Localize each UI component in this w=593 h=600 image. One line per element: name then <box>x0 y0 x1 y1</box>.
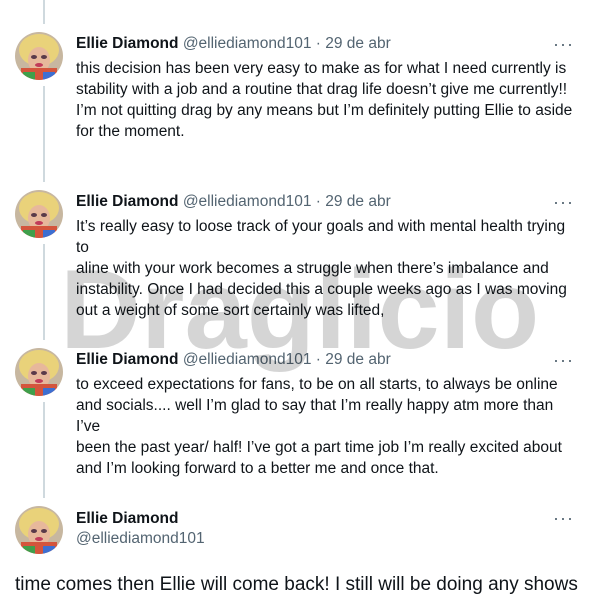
tweet-date[interactable]: 29 de abr <box>325 193 391 210</box>
tweet-1[interactable]: Ellie Diamond @elliediamond101 · 29 de a… <box>0 0 593 160</box>
avatar[interactable] <box>15 348 63 396</box>
separator-dot: · <box>315 35 321 52</box>
author-name[interactable]: Ellie Diamond <box>76 35 179 52</box>
tweet-text: to exceed expectations for fans, to be o… <box>76 376 562 477</box>
tweet-3[interactable]: Ellie Diamond @elliediamond101 · 29 de a… <box>0 318 593 488</box>
more-horizontal-icon[interactable]: ··· <box>553 509 573 532</box>
separator-dot: · <box>315 351 321 368</box>
main-tweet[interactable]: Ellie Diamond @elliediamond101 ··· time … <box>0 488 593 600</box>
separator-dot: · <box>315 193 321 210</box>
avatar[interactable] <box>15 506 63 554</box>
tweet-header: Ellie Diamond @elliediamond101 · 29 de a… <box>76 349 573 371</box>
more-horizontal-icon[interactable]: ··· <box>553 193 573 216</box>
tweet-date[interactable]: 29 de abr <box>325 35 391 52</box>
author-handle[interactable]: @elliediamond101 <box>183 35 312 52</box>
tweet-2[interactable]: Ellie Diamond @elliediamond101 · 29 de a… <box>0 160 593 319</box>
main-tweet-text: time comes then Ellie will come back! I … <box>15 574 578 595</box>
author-name[interactable]: Ellie Diamond <box>76 351 179 368</box>
avatar[interactable] <box>15 190 63 238</box>
tweet-text: It’s really easy to loose track of your … <box>76 218 567 319</box>
author-name[interactable]: Ellie Diamond <box>76 193 179 210</box>
tweet-header: Ellie Diamond @elliediamond101 · 29 de a… <box>76 191 573 213</box>
author-handle[interactable]: @elliediamond101 <box>76 528 205 550</box>
avatar[interactable] <box>15 32 63 80</box>
author-handle[interactable]: @elliediamond101 <box>183 193 312 210</box>
tweet-text: this decision has been very easy to make… <box>76 60 573 140</box>
more-horizontal-icon[interactable]: ··· <box>553 351 573 374</box>
tweet-date[interactable]: 29 de abr <box>325 351 391 368</box>
more-horizontal-icon[interactable]: ··· <box>553 35 573 58</box>
author-name[interactable]: Ellie Diamond <box>76 508 179 530</box>
tweet-thread-page: Ellie Diamond @elliediamond101 · 29 de a… <box>0 0 593 600</box>
tweet-header: Ellie Diamond @elliediamond101 · 29 de a… <box>76 33 573 55</box>
author-handle[interactable]: @elliediamond101 <box>183 351 312 368</box>
